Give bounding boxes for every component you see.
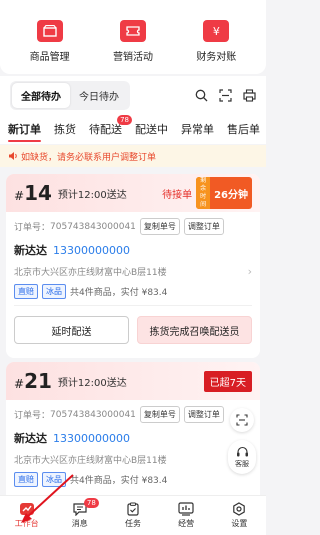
customer-address: 北京市大兴区亦庄线财富中心B层11楼 (14, 268, 167, 278)
nav-label: 任务 (124, 519, 141, 528)
nav-label: 设置 (231, 519, 248, 528)
notice-bar: 如缺货，请务必联系用户调整订单 (0, 145, 266, 167)
count-badge: 78 (83, 498, 99, 508)
speaker-icon (8, 151, 18, 161)
yen-icon: ¥ (203, 20, 230, 42)
copy-order-button[interactable]: 复制单号 (139, 406, 180, 423)
tab-label: 新订单 (8, 123, 41, 136)
order-number: #21 (14, 369, 52, 393)
order-eta: 预计12:00送达 (57, 377, 127, 389)
tag-frozen: 冰品 (42, 472, 66, 487)
tag-frozen: 冰品 (42, 284, 66, 299)
workbench-icon (19, 502, 35, 516)
delay-delivery-button[interactable]: 延时配送 (14, 316, 129, 344)
nav-workbench[interactable]: 工作台 (2, 502, 52, 529)
adjust-order-button[interactable]: 调整订单 (183, 218, 224, 235)
quick-marketing[interactable]: 营销活动 (93, 0, 173, 74)
adjust-order-button[interactable]: 调整订单 (183, 406, 224, 423)
print-icon[interactable] (242, 88, 256, 102)
tab-delivering[interactable]: 配送中 (135, 114, 168, 144)
copy-order-button[interactable]: 复制单号 (139, 218, 180, 235)
tag-direct: 直赔 (14, 284, 38, 299)
search-icon[interactable] (194, 88, 208, 102)
customer-name: 新达达 (14, 244, 47, 257)
tab-label: 异常单 (181, 123, 214, 136)
countdown-timer: 剩余时间 26分钟 (196, 177, 252, 209)
nav-label: 经营 (178, 519, 195, 528)
order-card[interactable]: #14 预计12:00送达 待接单 剩余时间 26分钟 订单号： 7057438… (6, 174, 260, 358)
headset-icon (236, 446, 248, 456)
quick-entries: 商品管理 营销活动 ¥ 财务对账 (0, 0, 266, 74)
tab-new-order[interactable]: 新订单 (8, 114, 41, 144)
overdue-badge: 已超7天 (203, 370, 252, 392)
filter-bar: 全部待办 今日待办 (0, 76, 266, 114)
shop-icon (36, 20, 63, 42)
customer-name: 新达达 (14, 432, 47, 445)
timer-caption: 剩余时间 (196, 177, 211, 209)
gear-icon (231, 502, 247, 516)
tag-direct: 直赔 (14, 472, 38, 487)
tab-after-sale[interactable]: 售后单 (227, 114, 260, 144)
customer-phone[interactable]: 13300000000 (53, 244, 130, 257)
quick-finance[interactable]: ¥ 财务对账 (176, 0, 256, 74)
order-id: 705743843000041 (50, 409, 136, 420)
chevron-right-icon[interactable]: › (248, 265, 252, 278)
nav-tasks[interactable]: 任务 (108, 502, 158, 529)
scan-icon (236, 414, 248, 426)
picking-complete-button[interactable]: 拣货完成召唤配送员 (137, 316, 252, 344)
tab-label: 售后单 (227, 123, 260, 136)
order-number-value: 21 (24, 369, 52, 393)
nav-label: 消息 (71, 519, 88, 528)
customer-address: 北京市大兴区亦庄线财富中心B层11楼 (14, 456, 167, 466)
coupon-icon (119, 20, 146, 42)
tab-label: 待配送 (89, 123, 122, 136)
tab-label: 拣货 (54, 123, 76, 136)
nav-label: 工作台 (14, 519, 39, 528)
scan-float-button[interactable] (230, 408, 254, 432)
customer-service-label: 客服 (235, 459, 249, 468)
customer-phone[interactable]: 13300000000 (53, 432, 130, 445)
tab-exception[interactable]: 异常单 (181, 114, 214, 144)
tab-picking[interactable]: 拣货 (54, 114, 76, 144)
tab-all-todo[interactable]: 全部待办 (12, 82, 70, 108)
scan-icon[interactable] (218, 88, 232, 102)
quick-product-management[interactable]: 商品管理 (10, 0, 90, 74)
status-tabs: 新订单 拣货 待配送 78 配送中 异常单 售后单 (0, 114, 266, 144)
todo-segment: 全部待办 今日待办 (10, 80, 130, 110)
order-id-label: 订单号： (14, 411, 51, 421)
order-card[interactable]: #21 预计12:00送达 已超7天 订单号： 705743843000041 … (6, 362, 260, 502)
order-status: 待接单 (162, 189, 193, 201)
order-id: 705743843000041 (50, 221, 136, 232)
count-badge: 78 (117, 115, 132, 125)
order-summary: 共4件商品，实付 ¥83.4 (70, 476, 168, 486)
order-header: #21 预计12:00送达 已超7天 (6, 362, 260, 400)
tab-today-todo[interactable]: 今日待办 (70, 83, 128, 108)
order-eta: 预计12:00送达 (57, 189, 127, 201)
bottom-nav: 工作台 78 消息 任务 经营 设置 (0, 495, 266, 535)
quick-label: 商品管理 (29, 52, 70, 63)
order-summary: 共4件商品，实付 ¥83.4 (70, 288, 168, 298)
order-header: #14 预计12:00送达 待接单 剩余时间 26分钟 (6, 174, 260, 212)
clipboard-icon (125, 502, 141, 516)
notice-text: 如缺货，请务必联系用户调整订单 (21, 152, 157, 163)
order-number-value: 14 (24, 181, 52, 205)
tab-to-deliver[interactable]: 待配送 78 (89, 114, 132, 144)
tab-label: 配送中 (135, 123, 168, 136)
quick-label: 营销活动 (112, 52, 153, 63)
order-id-label: 订单号： (14, 223, 51, 233)
nav-messages[interactable]: 78 消息 (55, 498, 105, 529)
order-number: #14 (14, 181, 52, 205)
nav-settings[interactable]: 设置 (214, 502, 264, 529)
timer-value: 26分钟 (214, 189, 248, 201)
customer-service-button[interactable]: 客服 (228, 440, 256, 474)
nav-business[interactable]: 经营 (161, 502, 211, 529)
bar-chart-icon (178, 502, 194, 516)
quick-label: 财务对账 (196, 52, 237, 63)
